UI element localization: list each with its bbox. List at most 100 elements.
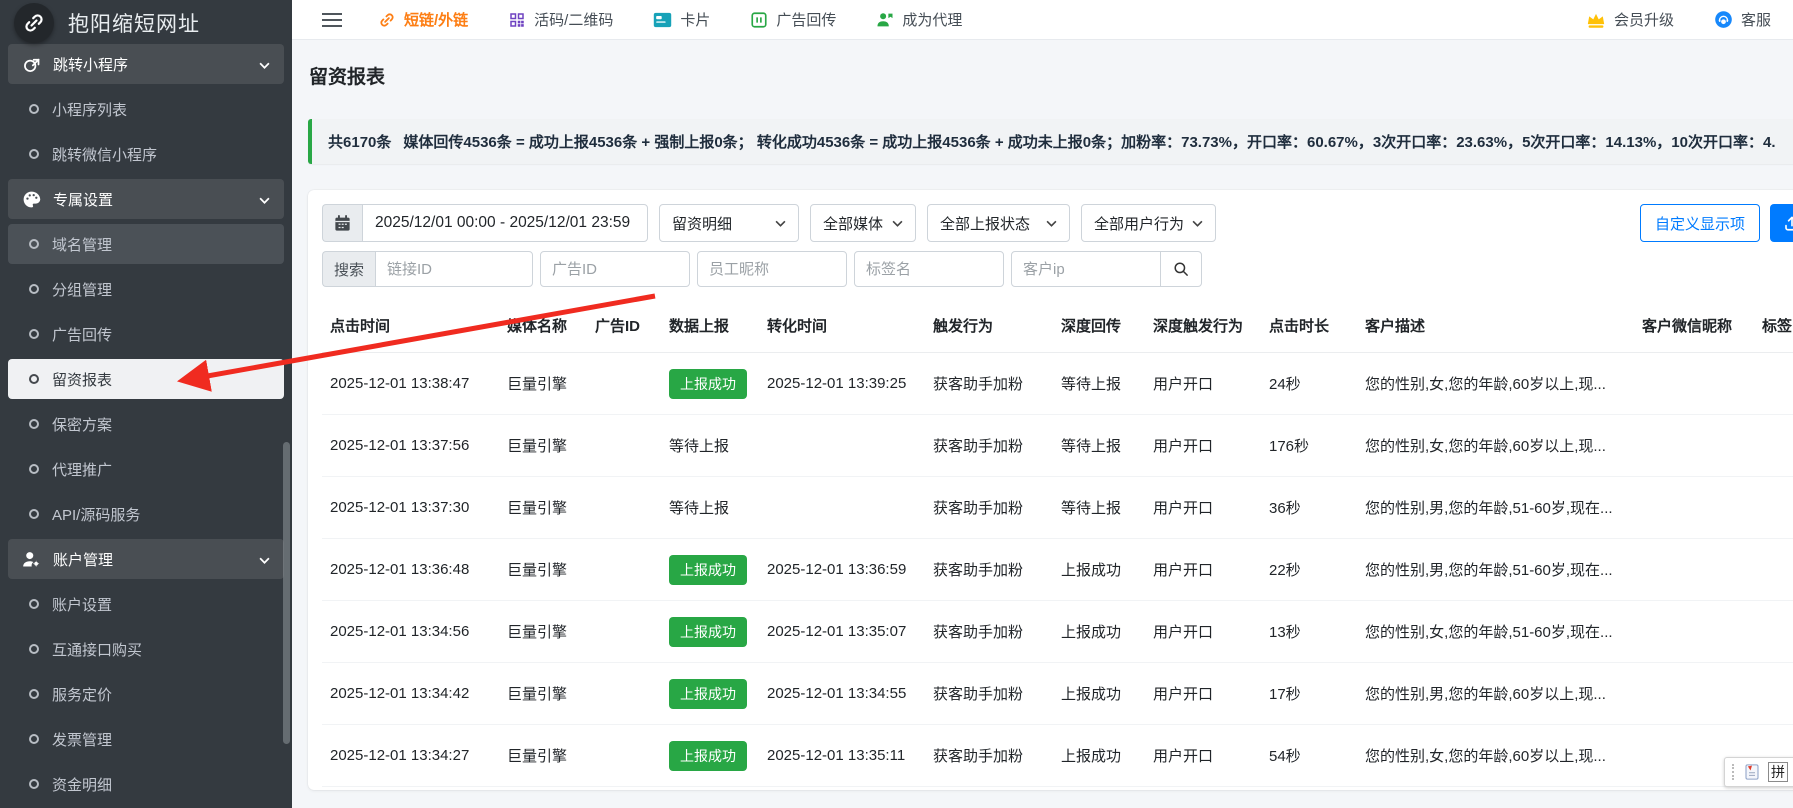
sidebar-item-jump-miniprogram[interactable]: 跳转小程序	[8, 44, 284, 84]
col-header-customer-desc: 客户描述	[1355, 311, 1632, 353]
sidebar-item-service-pricing[interactable]: 服务定价	[8, 674, 284, 714]
cell-trigger: 获客助手加粉	[923, 353, 1051, 415]
col-header-convert-time: 转化时间	[757, 311, 923, 353]
cell-duration: 13秒	[1259, 601, 1355, 663]
nav-item-short-link[interactable]: 短链/外链	[378, 9, 468, 30]
export-button[interactable]	[1770, 204, 1793, 242]
crown-icon	[1586, 11, 1606, 29]
staff-nickname-input[interactable]	[697, 251, 847, 287]
sidebar-item-label: 代理推广	[52, 459, 112, 480]
media-select[interactable]: 全部媒体	[810, 204, 916, 242]
cell-trigger: 获客助手加粉	[923, 539, 1051, 601]
lead-report-table: 点击时间 媒体名称 广告ID 数据上报 转化时间 触发行为 深度回传 深度触发行…	[322, 311, 1793, 787]
cell-ad-id	[585, 477, 659, 539]
circle-bullet-icon	[29, 464, 39, 474]
col-header-deep-report: 深度回传	[1051, 311, 1143, 353]
search-button[interactable]	[1160, 251, 1202, 287]
nav-item-label: 成为代理	[902, 9, 962, 30]
sidebar-item-jump-wechat-miniprogram[interactable]: 跳转微信小程序	[8, 134, 284, 174]
hamburger-menu-icon[interactable]	[322, 13, 342, 27]
col-header-wechat-nickname: 客户微信昵称	[1632, 311, 1752, 353]
report-status-select[interactable]: 全部上报状态	[927, 204, 1070, 242]
brand[interactable]: 抱阳缩短网址	[0, 0, 292, 44]
sidebar-item-group-management[interactable]: 分组管理	[8, 269, 284, 309]
status-badge: 上报成功	[669, 555, 747, 585]
nav-item-become-agent[interactable]: 成为代理	[876, 9, 962, 30]
search-icon	[1172, 260, 1190, 278]
cell-data-report: 等待上报	[659, 415, 757, 477]
cell-convert-time	[757, 415, 923, 477]
ad-callback-icon	[750, 11, 768, 29]
date-range-input[interactable]	[362, 204, 648, 242]
top-navbar: 短链/外链 活码/二维码 卡片 广告回传 成为代理 会员升级	[292, 0, 1793, 40]
report-card: 留资明细 全部媒体 全部上报状态 全部用户行为	[308, 190, 1793, 790]
sidebar-item-ad-callback[interactable]: 广告回传	[8, 314, 284, 354]
chevron-down-icon	[892, 220, 903, 227]
brand-link-icon	[14, 3, 54, 43]
sidebar-item-exclusive-settings[interactable]: 专属设置	[8, 179, 284, 219]
sidebar-item-lead-report[interactable]: 留资报表	[8, 359, 284, 399]
report-type-select[interactable]: 留资明细	[659, 204, 799, 242]
cell-tag	[1752, 663, 1793, 725]
circle-bullet-icon	[29, 599, 39, 609]
sidebar-item-api-source-service[interactable]: API/源码服务	[8, 494, 284, 534]
nav-item-ad-callback[interactable]: 广告回传	[750, 9, 836, 30]
ime-pinyin-toggle[interactable]: 拼	[1768, 762, 1788, 782]
sidebar-item-account-settings[interactable]: 账户设置	[8, 584, 284, 624]
cell-click-time: 2025-12-01 13:34:27	[322, 725, 497, 787]
table-header-row: 点击时间 媒体名称 广告ID 数据上报 转化时间 触发行为 深度回传 深度触发行…	[322, 311, 1793, 353]
cell-duration: 36秒	[1259, 477, 1355, 539]
cell-deep-report: 上报成功	[1051, 725, 1143, 787]
sidebar-item-label: 跳转小程序	[53, 54, 128, 75]
cell-customer-desc: 您的性别,女,您的年龄,51-60岁,现在...	[1355, 601, 1632, 663]
tag-name-input[interactable]	[854, 251, 1004, 287]
table-row: 2025-12-01 13:36:48 巨量引擎 上报成功 2025-12-01…	[322, 539, 1793, 601]
sidebar-item-label: 域名管理	[52, 234, 112, 255]
cell-wechat-nickname	[1632, 415, 1752, 477]
cell-deep-report: 等待上报	[1051, 353, 1143, 415]
user-behavior-select[interactable]: 全部用户行为	[1081, 204, 1216, 242]
nav-item-live-code-qrcode[interactable]: 活码/二维码	[508, 9, 613, 30]
cell-convert-time	[757, 477, 923, 539]
app-window: 抱阳缩短网址 跳转小程序 小程序列表 跳转微信小程序 专属设置 域名管理 分组管…	[0, 0, 1793, 808]
sidebar-item-invoice-management[interactable]: 发票管理	[8, 719, 284, 759]
sidebar-item-miniprogram-list[interactable]: 小程序列表	[8, 89, 284, 129]
nav-item-label: 短链/外链	[404, 9, 468, 30]
col-header-deep-trigger: 深度触发行为	[1143, 311, 1259, 353]
cell-tag	[1752, 353, 1793, 415]
cell-duration: 17秒	[1259, 663, 1355, 725]
ad-id-input[interactable]	[540, 251, 690, 287]
cell-click-time: 2025-12-01 13:37:56	[322, 415, 497, 477]
col-header-ad-id: 广告ID	[585, 311, 659, 353]
sidebar-item-fund-details[interactable]: 资金明细	[8, 764, 284, 804]
nav-item-member-upgrade[interactable]: 会员升级	[1586, 9, 1674, 30]
link-icon	[378, 11, 396, 29]
sidebar-item-agent-promotion[interactable]: 代理推广	[8, 449, 284, 489]
cell-customer-desc: 您的性别,男,您的年龄,51-60岁,现在...	[1355, 539, 1632, 601]
sidebar-item-label: 分组管理	[52, 279, 112, 300]
nav-item-customer-service[interactable]: 客服	[1714, 9, 1771, 30]
sidebar-item-privacy-plan[interactable]: 保密方案	[8, 404, 284, 444]
cell-media: 巨量引擎	[497, 353, 585, 415]
jump-miniprogram-icon	[21, 54, 42, 75]
sidebar-item-domain-management[interactable]: 域名管理	[8, 224, 284, 264]
sidebar-item-label: 跳转微信小程序	[52, 144, 157, 165]
sidebar-item-account-management[interactable]: 账户管理	[8, 539, 284, 579]
table-row: 2025-12-01 13:37:56 巨量引擎 等待上报 获客助手加粉 等待上…	[322, 415, 1793, 477]
sidebar-item-interconnect-api-purchase[interactable]: 互通接口购买	[8, 629, 284, 669]
col-header-duration: 点击时长	[1259, 311, 1355, 353]
cell-deep-trigger: 用户开口	[1143, 477, 1259, 539]
ime-drag-handle-icon[interactable]	[1732, 764, 1736, 780]
cell-click-time: 2025-12-01 13:34:42	[322, 663, 497, 725]
filter-actions: 自定义显示项	[1640, 204, 1793, 242]
customer-ip-input[interactable]	[1011, 251, 1161, 287]
nav-item-card[interactable]: 卡片	[653, 9, 710, 30]
sidebar-scrollbar-thumb[interactable]	[283, 442, 290, 744]
cell-data-report: 上报成功	[659, 539, 757, 601]
calendar-icon[interactable]	[322, 204, 362, 242]
ime-toolbar[interactable]: 拼 英	[1724, 757, 1793, 787]
link-id-input[interactable]	[375, 251, 533, 287]
sidebar-item-label: 发票管理	[52, 729, 112, 750]
cell-deep-trigger: 用户开口	[1143, 601, 1259, 663]
customize-columns-button[interactable]: 自定义显示项	[1640, 204, 1760, 242]
